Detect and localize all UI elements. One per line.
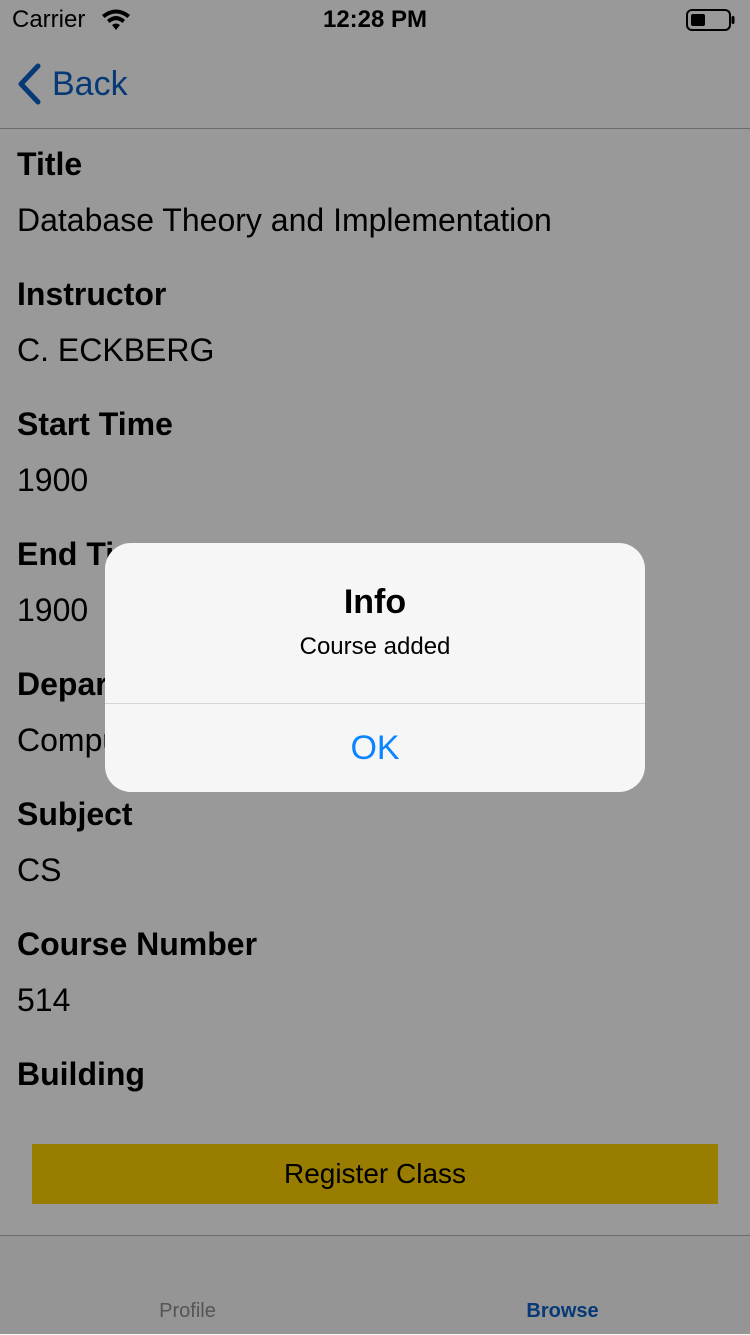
- alert-ok-button[interactable]: OK: [105, 704, 645, 792]
- alert-title: Info: [343, 583, 407, 621]
- alert-message: Course added: [299, 633, 451, 660]
- alert-dialog: Info Course added OK: [105, 543, 645, 792]
